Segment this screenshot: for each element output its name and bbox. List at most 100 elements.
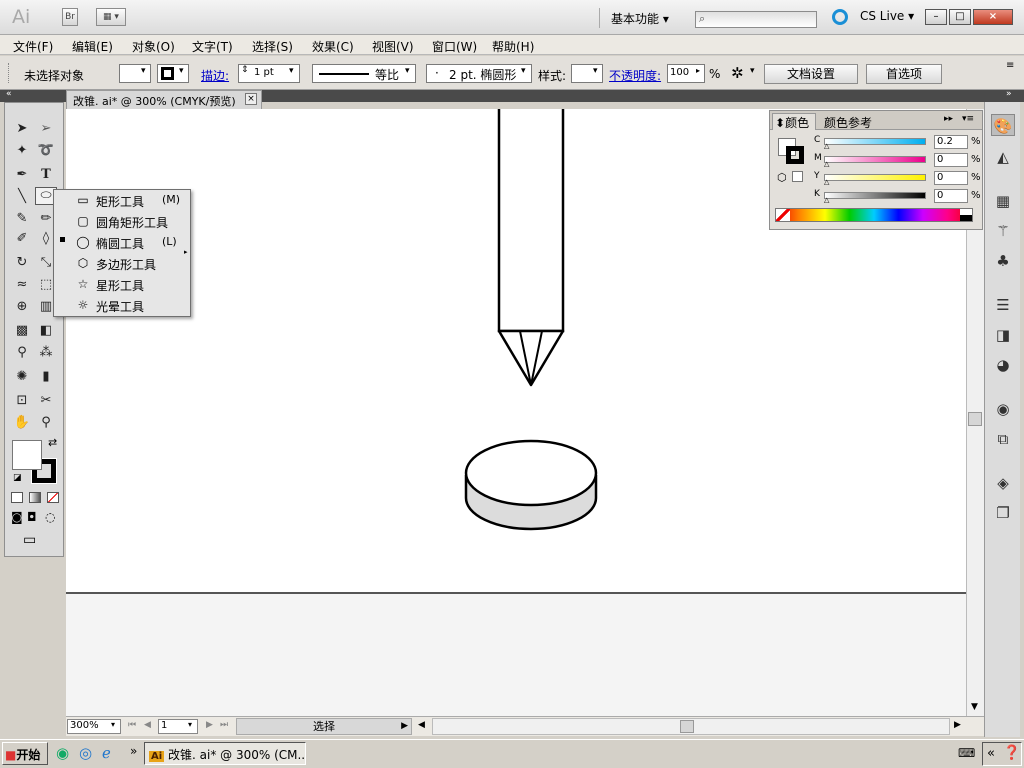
black-track[interactable] — [824, 192, 926, 199]
panel-stroke-swatch[interactable] — [786, 146, 804, 164]
selection-tool-icon[interactable]: ➤ — [11, 119, 33, 139]
menu-select[interactable]: 选择(S) — [252, 38, 293, 55]
black-value-field[interactable]: 0 — [934, 189, 968, 203]
taskbar-button-illustrator[interactable]: Ai 改锥. ai* @ 300% (CM... — [144, 742, 306, 765]
scroll-left-arrow-icon[interactable]: ◀ — [418, 720, 425, 730]
slider-handle-icon[interactable]: △ — [824, 142, 829, 150]
qq-icon[interactable]: ◎ — [79, 744, 92, 762]
flyout-item-polygon[interactable]: ⬡ 多边形工具 — [54, 253, 190, 274]
column-graph-tool-icon[interactable]: ▮ — [35, 367, 57, 387]
default-colors-icon[interactable]: ◪ — [13, 473, 22, 483]
gradient-icon[interactable]: ◨ — [991, 324, 1015, 346]
help-search-input[interactable]: ⌕ — [695, 11, 817, 28]
flyout-item-flare[interactable]: ☼ 光晕工具 — [54, 295, 190, 316]
start-button[interactable]: ■开始 — [2, 742, 48, 765]
document-setup-button[interactable]: 文档设置 — [764, 64, 858, 84]
layers-icon[interactable]: ◈ — [991, 472, 1015, 494]
ie-icon[interactable]: ℯ — [102, 744, 111, 762]
horizontal-scrollbar[interactable] — [432, 718, 950, 735]
panel-menu-icon[interactable]: ≡ — [1006, 60, 1014, 71]
symbols-icon[interactable]: ♣ — [991, 250, 1015, 272]
none-swatch[interactable] — [776, 209, 790, 221]
panel-collapse-icon[interactable]: ▸▸ — [944, 114, 953, 124]
magenta-value-field[interactable]: 0 — [934, 153, 968, 167]
draw-inside-icon[interactable]: ◌ — [45, 510, 55, 524]
expand-arrows-icon[interactable]: » — [1006, 89, 1012, 99]
opacity-field[interactable]: 100 ▸ — [667, 64, 705, 83]
scroll-down-arrow-icon[interactable]: ▼ — [971, 702, 978, 712]
brush-dropdown[interactable]: · 2 pt. 椭圆形 ▾ — [426, 64, 532, 83]
cylinder-shape[interactable] — [464, 439, 598, 531]
stroke-swatch-dropdown[interactable]: ▾ — [157, 64, 189, 83]
menu-view[interactable]: 视图(V) — [372, 38, 414, 55]
tearoff-arrow-icon[interactable]: ▸ — [184, 248, 188, 256]
chrome-icon[interactable]: ◉ — [56, 744, 69, 762]
first-page-icon[interactable]: ⏮ — [128, 720, 136, 730]
black-swatch[interactable] — [960, 215, 972, 221]
scroll-thumb[interactable] — [968, 412, 982, 426]
stroke-profile-dropdown[interactable]: 等比 ▾ — [312, 64, 416, 83]
shape-builder-tool-icon[interactable]: ⊕ — [11, 297, 33, 317]
graphic-styles-icon[interactable]: ⧉ — [991, 428, 1015, 450]
menu-edit[interactable]: 编辑(E) — [72, 38, 113, 55]
panel-menu-icon[interactable]: ▾≡ — [962, 114, 974, 124]
close-tab-icon[interactable]: × — [245, 93, 257, 105]
chevron-right-icon[interactable]: ▸ — [696, 66, 700, 75]
menu-effect[interactable]: 效果(C) — [312, 38, 354, 55]
slider-handle-icon[interactable]: △ — [824, 196, 829, 204]
swatches-icon[interactable]: ▦ — [991, 190, 1015, 212]
flyout-item-star[interactable]: ☆ 星形工具 — [54, 274, 190, 295]
menu-help[interactable]: 帮助(H) — [492, 38, 534, 55]
cslive-menu[interactable]: CS Live ▾ — [860, 9, 914, 23]
preferences-button[interactable]: 首选项 — [866, 64, 942, 84]
status-selector[interactable]: 选择 ▶ — [236, 718, 412, 735]
flyout-item-ellipse[interactable]: ◯ 椭圆工具 (L) — [54, 232, 190, 253]
artboard-tool-icon[interactable]: ⊡ — [11, 391, 33, 411]
paintbrush-tool-icon[interactable]: ✎ — [11, 209, 33, 229]
type-tool-icon[interactable]: T — [35, 165, 57, 185]
flyout-item-rectangle[interactable]: ▭ 矩形工具 (M) — [54, 190, 190, 211]
stroke-panel-link[interactable]: 描边: — [201, 67, 229, 84]
stepper-icon[interactable]: ⇕ — [241, 65, 249, 75]
prev-page-icon[interactable]: ◀ — [144, 720, 151, 730]
color-guide-icon[interactable]: ◭ — [991, 146, 1015, 168]
yellow-value-field[interactable]: 0 — [934, 171, 968, 185]
help-icon[interactable]: ❓ — [1003, 745, 1020, 761]
tray-expand-icon[interactable]: « — [987, 746, 995, 761]
direct-selection-tool-icon[interactable]: ➢ — [35, 119, 57, 139]
color-panel-icon[interactable]: 🎨 — [991, 114, 1015, 136]
keyboard-icon[interactable]: ⌨ — [958, 746, 975, 760]
stroke-icon[interactable]: ☰ — [991, 294, 1015, 316]
bridge-button[interactable]: Br — [62, 8, 78, 26]
maximize-button[interactable]: □ — [949, 9, 971, 25]
screwdriver-shape[interactable] — [497, 109, 565, 387]
fill-color-swatch-front[interactable] — [12, 440, 42, 470]
menu-object[interactable]: 对象(O) — [132, 38, 175, 55]
appearance-icon[interactable]: ◉ — [991, 398, 1015, 420]
artboards-icon[interactable]: ❐ — [991, 502, 1015, 524]
document-tab[interactable]: 改锥. ai* @ 300% (CMYK/预览) × — [66, 90, 262, 109]
draw-normal-icon[interactable]: ◙ — [11, 510, 23, 524]
pen-tool-icon[interactable]: ✒ — [11, 165, 33, 185]
warp-tool-icon[interactable]: ≈ — [11, 275, 33, 295]
slice-tool-icon[interactable]: ✂ — [35, 391, 57, 411]
color-mode-icon[interactable] — [11, 492, 23, 503]
page-field[interactable]: 1 ▾ — [158, 719, 198, 734]
magic-wand-tool-icon[interactable]: ✦ — [11, 141, 33, 161]
none-mode-icon[interactable] — [47, 492, 59, 503]
cyan-value-field[interactable]: 0.2 — [934, 135, 968, 149]
next-page-icon[interactable]: ▶ — [206, 720, 213, 730]
rotate-tool-icon[interactable]: ↻ — [11, 253, 33, 273]
hand-tool-icon[interactable]: ✋ — [11, 413, 33, 433]
collapse-arrows-icon[interactable]: « — [6, 89, 12, 99]
tab-color-guide[interactable]: 颜色参考 — [824, 114, 872, 131]
slider-handle-icon[interactable]: △ — [824, 178, 829, 186]
tab-color[interactable]: ⬍颜色 — [772, 113, 816, 130]
symbol-sprayer-tool-icon[interactable]: ✺ — [11, 367, 33, 387]
cyan-track[interactable] — [824, 138, 926, 145]
magenta-track[interactable] — [824, 156, 926, 163]
style-dropdown[interactable]: ▾ — [571, 64, 603, 83]
lasso-tool-icon[interactable]: ➰ — [35, 141, 57, 161]
hscroll-thumb[interactable] — [680, 720, 694, 733]
overflow-chevron-icon[interactable]: » — [130, 744, 137, 758]
